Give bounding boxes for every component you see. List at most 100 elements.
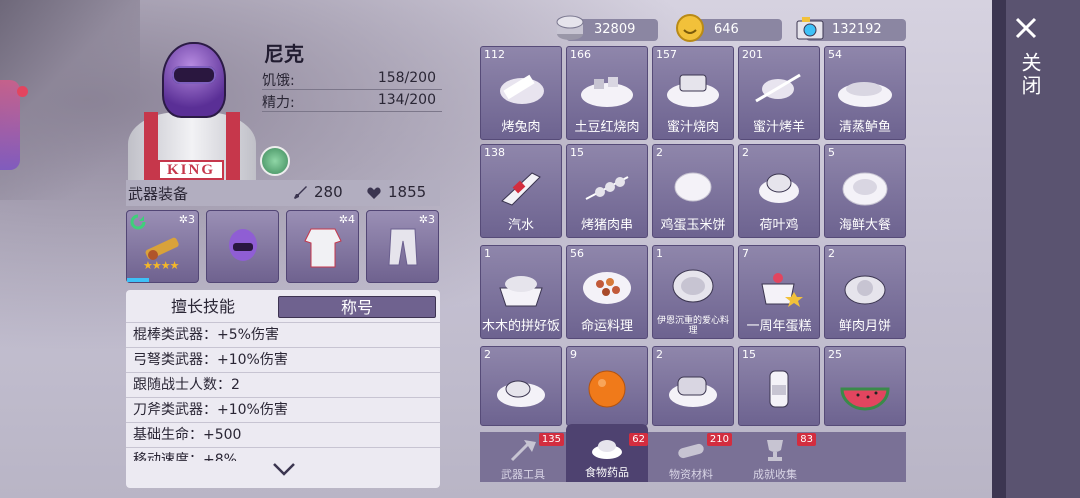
item-count: 54 [828, 48, 842, 61]
item-cell[interactable]: 166 土豆红烧肉 [566, 46, 648, 140]
item-name: 伊恩沉重的爱心料理 [656, 316, 729, 336]
close-icon[interactable] [1014, 16, 1038, 40]
suit-stripe [226, 112, 240, 180]
item-name: 烤兔肉 [501, 120, 541, 135]
item-cell[interactable]: 2 荷叶鸡 [738, 144, 820, 238]
item-cell[interactable]: 2 [652, 346, 734, 426]
mooncake-icon [844, 275, 886, 305]
tab-achievements[interactable]: 成就收集 83 [734, 432, 816, 482]
tab-titles[interactable]: 称号 [278, 296, 436, 318]
item-cell[interactable]: 1 伊恩沉重的爱心料理 [652, 245, 734, 339]
character-portrait: KING [128, 42, 256, 180]
skill-row: 移动速度：+8% [126, 447, 440, 461]
item-cell[interactable]: 2 鸡蛋玉米饼 [652, 144, 734, 238]
coin-icon [676, 14, 704, 42]
resource-camera: 132192 [796, 17, 906, 41]
soda-icon [501, 172, 541, 206]
item-count: 157 [656, 48, 677, 61]
item-count: 201 [742, 48, 763, 61]
energy-stat: 精力: 134/200 [262, 90, 442, 112]
item-cell[interactable]: 9 [566, 346, 648, 426]
axe-icon [510, 440, 536, 462]
item-count: 56 [570, 247, 584, 260]
can-icon [556, 15, 584, 40]
item-cell[interactable]: 138 汽水 [480, 144, 562, 238]
skill-row: 弓弩类武器：+10%伤害 [126, 347, 440, 372]
item-cell[interactable]: 15 烤猪肉串 [566, 144, 648, 238]
jacket-icon [304, 228, 342, 268]
tab-skills[interactable]: 擅长技能 [128, 296, 278, 318]
category-tabs: 武器工具 135 食物药品 62 物资材料 210 成就收集 83 [480, 424, 906, 482]
resource-value: 646 [714, 22, 739, 37]
item-count: 2 [484, 348, 491, 361]
pants-slot[interactable]: ✲3 [366, 210, 439, 283]
helmet-slot[interactable] [206, 210, 279, 283]
item-count: 138 [484, 146, 505, 159]
item-cell[interactable]: 54 清蒸鲈鱼 [824, 46, 906, 140]
item-cell[interactable]: 2 [480, 346, 562, 426]
tab-food-medicine[interactable]: 食物药品 62 [566, 424, 648, 482]
tab-weapons-tools[interactable]: 武器工具 135 [482, 432, 564, 482]
close-label[interactable]: 关闭 [1016, 52, 1045, 98]
tab-label: 物资材料 [669, 468, 713, 481]
close-panel[interactable]: 关闭 [992, 0, 1080, 498]
resource-can: 32809 [556, 15, 658, 41]
item-count: 25 [828, 348, 842, 361]
item-cell[interactable]: 15 [738, 346, 820, 426]
item-cell[interactable]: 7 一周年蛋糕 [738, 245, 820, 339]
item-name: 一周年蛋糕 [746, 319, 812, 334]
item-cell[interactable]: 157 蜜汁烧肉 [652, 46, 734, 140]
weapon-durability-bar [127, 278, 149, 282]
equipment-header: 武器装备 280 1855 [126, 180, 440, 206]
resource-value: 32809 [594, 22, 636, 37]
plate-icon [497, 380, 545, 407]
suit-stripe [144, 112, 158, 180]
potato-pork-icon [581, 77, 633, 107]
item-name: 土豆红烧肉 [574, 120, 640, 135]
item-name: 鲜肉月饼 [838, 319, 891, 334]
item-cell[interactable]: 201 蜜汁烤羊 [738, 46, 820, 140]
tab-count-badge: 135 [538, 433, 564, 446]
item-name: 汽水 [507, 218, 534, 233]
item-name: 命运料理 [580, 319, 633, 334]
chevron-down-icon[interactable] [271, 460, 297, 478]
background-art [0, 0, 140, 200]
item-name: 蜜汁烤羊 [752, 120, 805, 135]
item-cell[interactable]: 112 烤兔肉 [480, 46, 562, 140]
item-cell[interactable]: 2 鲜肉月饼 [824, 245, 906, 339]
hunger-label: 饥饿: [262, 73, 295, 89]
item-cell[interactable]: 5 海鲜大餐 [824, 144, 906, 238]
item-name: 蜜汁烧肉 [666, 120, 719, 135]
item-count: 9 [570, 348, 577, 361]
skill-row: 棍棒类武器：+5%伤害 [126, 322, 440, 347]
weapon-slot[interactable]: ✲3 ★★★★ [126, 210, 199, 283]
hunger-stat: 饥饿: 158/200 [262, 68, 442, 90]
roast-rabbit-icon [500, 74, 544, 104]
skill-panel: 擅长技能 称号 棍棒类武器：+5%伤害 弓弩类武器：+10%伤害 跟随战士人数：… [126, 290, 440, 488]
item-cell[interactable]: 1 木木的拼好饭 [480, 245, 562, 339]
helmet-icon [229, 229, 257, 261]
energy-value: 134/200 [377, 92, 436, 108]
pie-icon [672, 269, 714, 303]
item-name: 海鲜大餐 [838, 218, 891, 233]
hp-value: 1855 [388, 183, 427, 201]
tab-count-badge: 83 [797, 433, 816, 446]
suit-slot[interactable]: ✲4 [286, 210, 359, 283]
tab-label: 成就收集 [753, 468, 797, 481]
tab-materials[interactable]: 物资材料 210 [650, 432, 732, 482]
item-name: 鸡蛋玉米饼 [660, 218, 726, 233]
sword-icon [294, 186, 307, 199]
suit-logo: KING [158, 160, 224, 180]
tab-count-badge: 62 [629, 433, 648, 446]
skewer-icon [585, 176, 629, 200]
lotus-chicken-icon [759, 173, 799, 203]
item-name: 荷叶鸡 [759, 218, 799, 233]
close-panel-edge [992, 0, 1006, 498]
item-count: 7 [742, 247, 749, 260]
item-cell[interactable]: 56 命运料理 [566, 245, 648, 339]
item-name: 清蒸鲈鱼 [838, 120, 891, 135]
title-badge-icon[interactable] [260, 146, 290, 176]
cake-icon [761, 273, 803, 307]
orange-icon [588, 370, 626, 408]
item-cell[interactable]: 25 [824, 346, 906, 426]
